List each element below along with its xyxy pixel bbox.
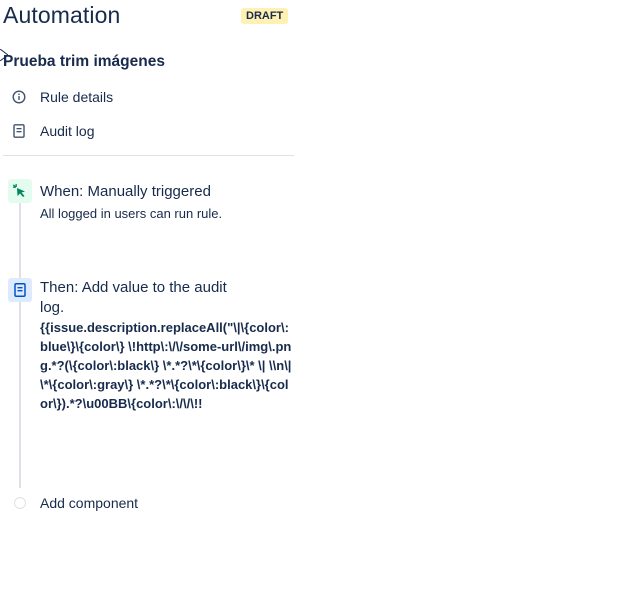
action-step-title[interactable]: Then: Add value to the audit log.	[40, 278, 227, 318]
draft-badge: DRAFT	[241, 8, 289, 24]
sidebar-item-rule-details[interactable]: Rule details	[10, 86, 290, 108]
trigger-step-icon[interactable]	[8, 179, 32, 203]
cursor-click-icon	[13, 184, 25, 197]
divider	[3, 155, 294, 156]
app-title: Automation	[3, 2, 121, 28]
action-step-title-line1: Then: Add value to the audit	[40, 279, 227, 296]
action-step-icon[interactable]	[8, 278, 32, 302]
info-icon	[10, 88, 28, 106]
add-component-button[interactable]: Add component	[40, 495, 138, 511]
sidebar-item-audit-log[interactable]: Audit log	[10, 120, 290, 142]
add-component-dot[interactable]	[14, 497, 26, 509]
trigger-step-subtitle: All logged in users can run rule.	[40, 206, 223, 221]
trigger-step-title[interactable]: When: Manually triggered	[40, 182, 211, 202]
action-step-value: {{issue.description.replaceAll("\|\{colo…	[40, 320, 292, 411]
sidebar-item-label: Audit log	[40, 123, 95, 139]
document-icon	[14, 283, 26, 297]
sidebar-item-label: Rule details	[40, 89, 114, 105]
document-icon	[10, 122, 28, 140]
action-step-title-line2: log.	[40, 299, 65, 316]
rule-name: Prueba trim imágenes	[3, 53, 165, 70]
timeline-line	[19, 197, 21, 488]
header: Automation DRAFT	[3, 2, 289, 32]
